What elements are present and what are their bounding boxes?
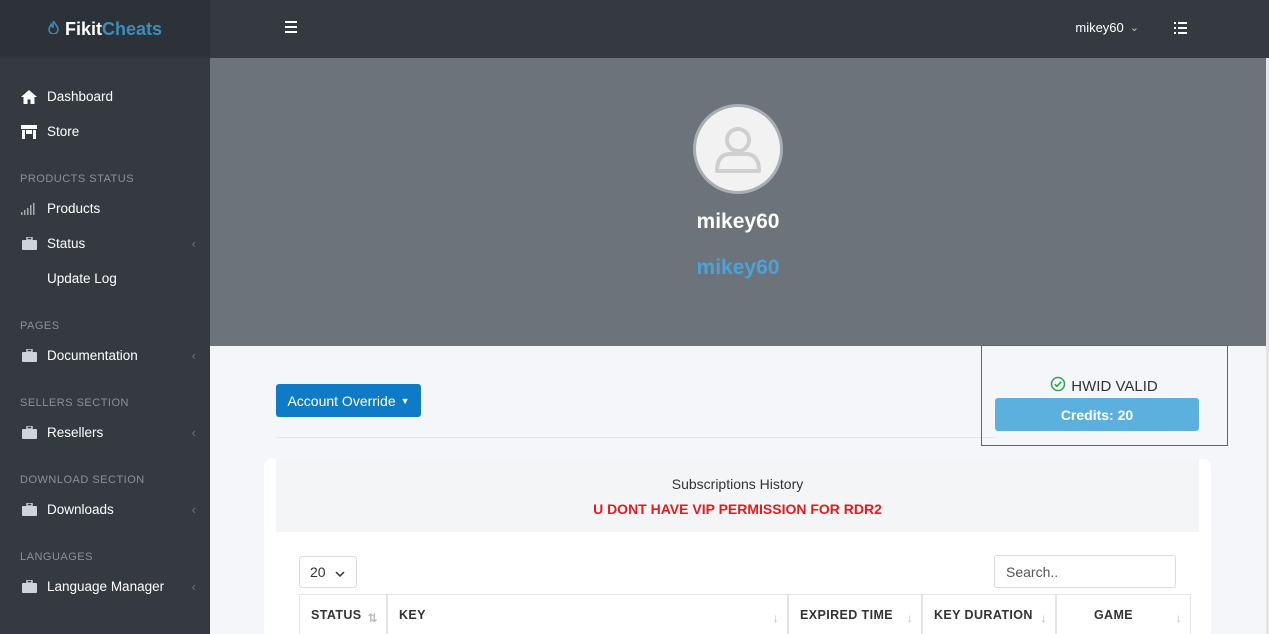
nav-header-languages: LANGUAGES — [20, 551, 93, 563]
check-circle-icon — [1050, 376, 1066, 396]
signal-bars-icon — [20, 202, 38, 215]
divider — [276, 437, 996, 438]
column-label: EXPIRED TIME — [800, 608, 894, 622]
flame-icon — [48, 18, 59, 37]
sidebar-item-update-log[interactable]: Update Log — [47, 271, 223, 286]
profile-name: mikey60 — [696, 210, 780, 233]
nav-header-download-section: DOWNLOAD SECTION — [20, 474, 145, 486]
sort-down-icon: ↓ — [1175, 611, 1182, 625]
credits-button[interactable]: Credits: 20 — [995, 398, 1199, 431]
profile-header: mikey60 mikey60 — [210, 58, 1266, 346]
sidebar-item-dashboard[interactable]: Dashboard — [20, 89, 196, 104]
account-override-label: Account Override — [287, 392, 396, 409]
caret-down-icon: ▼ — [400, 395, 410, 406]
column-header-key-duration[interactable]: KEY DURATION ↓ — [922, 595, 1056, 634]
sidebar-item-documentation[interactable]: Documentation ‹ — [20, 348, 196, 363]
sidebar-item-label: Downloads — [47, 502, 114, 517]
nav-header-pages: PAGES — [20, 320, 60, 332]
sort-down-icon: ↓ — [906, 611, 913, 625]
chevron-left-icon: ‹ — [191, 236, 196, 251]
brand-name-part1: Fikit — [64, 18, 102, 39]
hwid-status-text: HWID VALID — [1071, 377, 1158, 395]
chevron-down-icon: ⌄ — [1129, 22, 1139, 34]
sidebar-item-label: Language Manager — [47, 579, 165, 594]
sidebar-item-label: Documentation — [47, 348, 138, 363]
briefcase-icon — [20, 580, 38, 593]
sidebar-item-label: Dashboard — [47, 89, 114, 104]
brand-name-part2: Cheats — [101, 18, 163, 39]
topbar-username: mikey60 — [1075, 20, 1124, 35]
sidebar-item-status[interactable]: Status ‹ — [20, 236, 196, 251]
column-label: KEY — [399, 608, 426, 622]
sort-down-icon: ↓ — [1040, 611, 1047, 625]
sort-down-icon: ↓ — [772, 611, 779, 625]
column-header-status[interactable]: STATUS ⇅ — [299, 595, 387, 634]
column-label: GAME — [1093, 608, 1134, 622]
search-input[interactable] — [994, 555, 1176, 588]
list-icon[interactable] — [1174, 22, 1187, 34]
chevron-left-icon: ‹ — [191, 425, 196, 440]
user-menu[interactable]: mikey60 ⌄ — [1075, 20, 1139, 35]
sidebar-item-label: Update Log — [47, 271, 117, 286]
sidebar: Fikit Cheats Dashboard Store PRODUCTS STA… — [0, 0, 210, 634]
profile-username: mikey60 — [696, 256, 780, 279]
home-icon — [20, 89, 38, 104]
sidebar-item-label: Status — [47, 236, 86, 251]
chevron-left-icon: ‹ — [191, 348, 196, 363]
sidebar-item-store[interactable]: Store — [20, 124, 196, 139]
sort-icon: ⇅ — [367, 611, 378, 625]
avatar — [693, 104, 783, 194]
sidebar-item-language-manager[interactable]: Language Manager ‹ — [20, 579, 196, 594]
table-header: STATUS ⇅ KEY ↓ EXPIRED TIME ↓ KEY DURATI… — [299, 594, 1191, 634]
sidebar-item-label: Store — [47, 124, 80, 139]
brand-logo[interactable]: Fikit Cheats — [0, 0, 210, 58]
page-length-select[interactable]: 20 — [299, 556, 357, 588]
sidebar-item-label: Resellers — [47, 425, 104, 440]
hwid-panel: HWID VALID Credits: 20 — [981, 345, 1228, 446]
chevron-down-icon — [335, 564, 345, 580]
permission-warning: U DONT HAVE VIP PERMISSION FOR RDR2 — [593, 501, 882, 517]
topbar: mikey60 ⌄ — [210, 0, 1269, 58]
hwid-status: HWID VALID — [982, 376, 1226, 396]
menu-toggle-icon[interactable] — [285, 21, 297, 35]
store-icon — [20, 124, 38, 139]
column-label: STATUS — [311, 608, 362, 622]
page-length-value: 20 — [310, 564, 326, 580]
sidebar-item-label: Products — [47, 201, 101, 216]
column-label: KEY DURATION — [934, 608, 1033, 622]
briefcase-icon — [20, 237, 38, 250]
nav-header-sellers-section: SELLERS SECTION — [20, 397, 129, 409]
user-icon — [715, 127, 761, 173]
card-title: Subscriptions History — [671, 476, 804, 492]
card-header: Subscriptions History U DONT HAVE VIP PE… — [276, 459, 1199, 532]
briefcase-icon — [20, 426, 38, 439]
briefcase-icon — [20, 349, 38, 362]
sidebar-item-resellers[interactable]: Resellers ‹ — [20, 425, 196, 440]
account-override-button[interactable]: Account Override ▼ — [276, 384, 421, 417]
chevron-left-icon: ‹ — [191, 579, 196, 594]
sidebar-item-downloads[interactable]: Downloads ‹ — [20, 502, 196, 517]
column-header-game[interactable]: GAME ↓ — [1056, 595, 1191, 634]
sidebar-item-products[interactable]: Products — [20, 201, 196, 216]
chevron-left-icon: ‹ — [191, 502, 196, 517]
column-header-key[interactable]: KEY ↓ — [387, 595, 788, 634]
column-header-expired-time[interactable]: EXPIRED TIME ↓ — [788, 595, 922, 634]
nav-header-products-status: PRODUCTS STATUS — [20, 173, 135, 185]
briefcase-icon — [20, 503, 38, 516]
